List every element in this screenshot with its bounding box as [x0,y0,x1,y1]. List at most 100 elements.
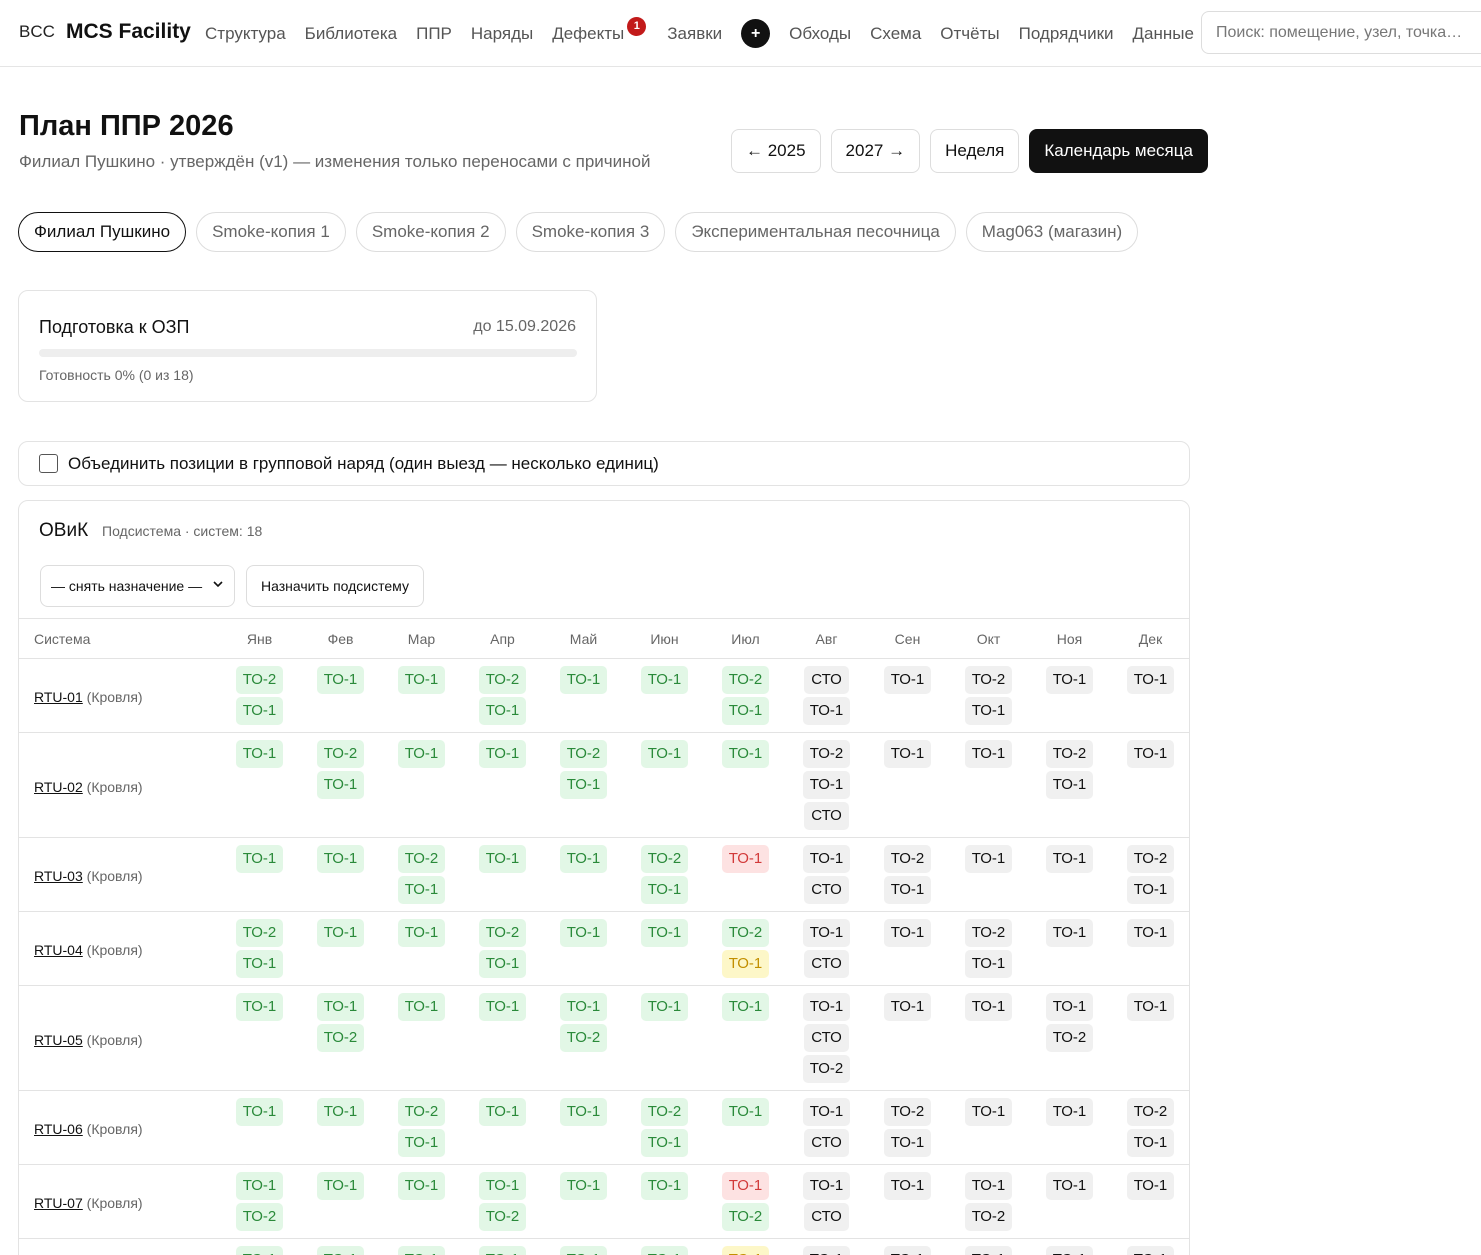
maintenance-chip[interactable]: ТО-1 [721,697,770,725]
maintenance-chip[interactable]: ТО-1 [721,845,770,873]
maintenance-chip[interactable]: ТО-2 [235,1203,284,1231]
maintenance-chip[interactable]: ТО-1 [883,740,932,768]
maintenance-chip[interactable]: ТО-2 [316,740,365,768]
maintenance-chip[interactable]: ТО-1 [235,740,284,768]
maintenance-chip[interactable]: ТО-1 [478,1098,527,1126]
maintenance-chip[interactable]: ТО-1 [964,1246,1013,1255]
maintenance-chip[interactable]: ТО-1 [1045,666,1094,694]
maintenance-chip[interactable]: ТО-1 [640,1246,689,1255]
maintenance-chip[interactable]: СТО [804,1024,849,1052]
maintenance-chip[interactable]: ТО-2 [964,666,1013,694]
maintenance-chip[interactable]: ТО-1 [559,919,608,947]
maintenance-chip[interactable]: ТО-2 [1126,845,1175,873]
maintenance-chip[interactable]: ТО-1 [559,993,608,1021]
maintenance-chip[interactable]: ТО-1 [1126,919,1175,947]
maintenance-chip[interactable]: ТО-2 [559,740,608,768]
maintenance-chip[interactable]: ТО-2 [721,1203,770,1231]
filial-pill-smoke-2[interactable]: Smoke-копия 2 [355,212,506,252]
maintenance-chip[interactable]: ТО-1 [964,740,1013,768]
maintenance-chip[interactable]: ТО-1 [883,666,932,694]
maintenance-chip[interactable]: ТО-2 [478,919,527,947]
maintenance-chip[interactable]: ТО-1 [1126,740,1175,768]
maintenance-chip[interactable]: ТО-1 [883,876,932,904]
subsystem-assign-select[interactable]: — снять назначение — [40,565,235,607]
maintenance-chip[interactable]: ТО-1 [1126,1246,1175,1255]
week-view-button[interactable]: Неделя [930,129,1020,173]
maintenance-chip[interactable]: ТО-2 [478,1203,527,1231]
maintenance-chip[interactable]: ТО-1 [1045,771,1094,799]
next-year-button[interactable]: 2027 → [830,129,921,173]
system-link[interactable]: RTU-03 [34,868,83,884]
maintenance-chip[interactable]: ТО-1 [1126,1129,1175,1157]
maintenance-chip[interactable]: СТО [804,950,849,978]
system-link[interactable]: RTU-06 [34,1121,83,1137]
maintenance-chip[interactable]: СТО [804,802,849,830]
group-order-label[interactable]: Объединить позиции в групповой наряд (од… [68,454,659,474]
maintenance-chip[interactable]: ТО-1 [397,1129,446,1157]
group-order-checkbox[interactable] [39,454,58,473]
system-link[interactable]: RTU-05 [34,1032,83,1048]
maintenance-chip[interactable]: ТО-1 [316,771,365,799]
nav-data[interactable]: Данные [1133,24,1194,44]
maintenance-chip[interactable]: ТО-1 [316,1246,365,1255]
system-link[interactable]: RTU-04 [34,942,83,958]
filial-pill-pushkino[interactable]: Филиал Пушкино [18,212,187,252]
maintenance-chip[interactable]: ТО-1 [883,1129,932,1157]
maintenance-chip[interactable]: ТО-1 [802,919,851,947]
maintenance-chip[interactable]: ТО-1 [964,1098,1013,1126]
maintenance-chip[interactable]: ТО-1 [802,771,851,799]
assign-subsystem-button[interactable]: Назначить подсистему [246,565,424,607]
system-link[interactable]: RTU-02 [34,779,83,795]
maintenance-chip[interactable]: ТО-1 [235,950,284,978]
maintenance-chip[interactable]: ТО-2 [802,1055,851,1083]
maintenance-chip[interactable]: ТО-2 [964,919,1013,947]
search-input[interactable] [1201,11,1481,54]
maintenance-chip[interactable]: ТО-1 [478,740,527,768]
maintenance-chip[interactable]: ТО-1 [883,919,932,947]
maintenance-chip[interactable]: ТО-1 [1126,876,1175,904]
maintenance-chip[interactable]: ТО-1 [235,845,284,873]
filial-pill-sandbox[interactable]: Экспериментальная песочница [675,212,956,252]
maintenance-chip[interactable]: ТО-1 [640,876,689,904]
maintenance-chip[interactable]: ТО-1 [559,666,608,694]
maintenance-chip[interactable]: ТО-2 [235,919,284,947]
maintenance-chip[interactable]: ТО-1 [640,740,689,768]
maintenance-chip[interactable]: ТО-1 [964,697,1013,725]
maintenance-chip[interactable]: ТО-1 [964,845,1013,873]
maintenance-chip[interactable]: ТО-1 [316,1098,365,1126]
prev-year-button[interactable]: ← 2025 [731,129,821,173]
filial-pill-smoke-3[interactable]: Smoke-копия 3 [515,212,666,252]
maintenance-chip[interactable]: ТО-2 [721,919,770,947]
maintenance-chip[interactable]: ТО-2 [1126,1098,1175,1126]
maintenance-chip[interactable]: ТО-1 [964,950,1013,978]
maintenance-chip[interactable]: ТО-1 [478,845,527,873]
maintenance-chip[interactable]: ТО-2 [316,1024,365,1052]
maintenance-chip[interactable]: ТО-1 [397,666,446,694]
maintenance-chip[interactable]: ТО-2 [721,666,770,694]
nav-structure[interactable]: Структура [205,24,286,44]
maintenance-chip[interactable]: ТО-1 [478,993,527,1021]
maintenance-chip[interactable]: ТО-1 [478,1246,527,1255]
maintenance-chip[interactable]: ТО-2 [640,1098,689,1126]
maintenance-chip[interactable]: ТО-1 [316,666,365,694]
nav-reports[interactable]: Отчёты [940,24,999,44]
maintenance-chip[interactable]: ТО-2 [559,1024,608,1052]
maintenance-chip[interactable]: ТО-1 [559,771,608,799]
nav-library[interactable]: Библиотека [305,24,397,44]
nav-scheme[interactable]: Схема [870,24,921,44]
maintenance-chip[interactable]: ТО-2 [964,1203,1013,1231]
maintenance-chip[interactable]: ТО-2 [397,845,446,873]
maintenance-chip[interactable]: ТО-1 [802,845,851,873]
nav-defects[interactable]: Дефекты 1 [552,16,647,44]
maintenance-chip[interactable]: ТО-2 [1045,1024,1094,1052]
maintenance-chip[interactable]: ТО-1 [397,1246,446,1255]
nav-requests[interactable]: Заявки [667,24,722,44]
nav-contractors[interactable]: Подрядчики [1019,24,1114,44]
brand-logo[interactable]: MCS Facility [66,20,191,44]
maintenance-chip[interactable]: ТО-1 [316,845,365,873]
maintenance-chip[interactable]: ТО-1 [640,919,689,947]
maintenance-chip[interactable]: ТО-1 [721,1246,770,1255]
nav-ppr[interactable]: ППР [416,24,452,44]
maintenance-chip[interactable]: ТО-1 [478,697,527,725]
maintenance-chip[interactable]: ТО-2 [640,845,689,873]
